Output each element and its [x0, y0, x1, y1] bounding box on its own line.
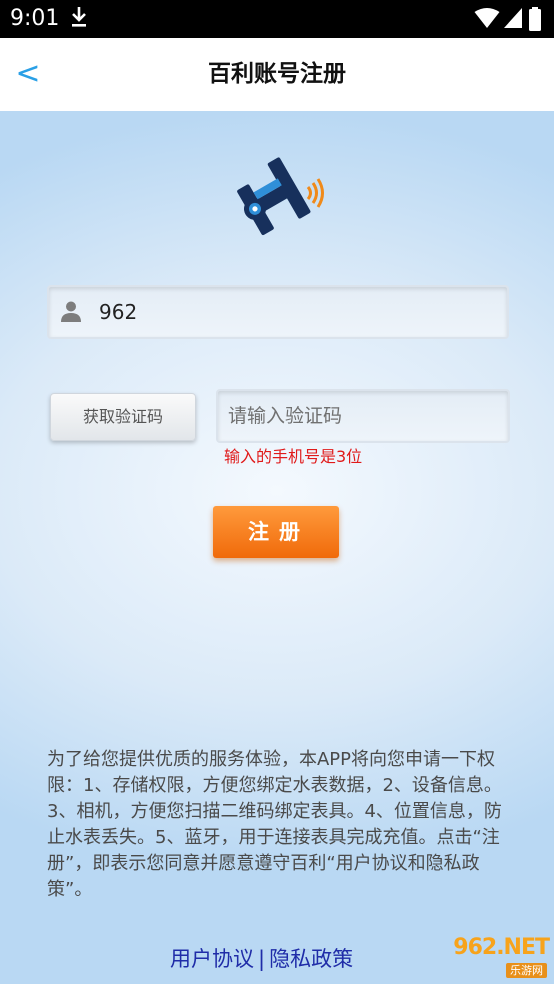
status-time: 9:01	[10, 6, 60, 31]
back-button[interactable]: <	[8, 52, 48, 96]
register-form-area: 获取验证码 输入的手机号是3位 注册 为了给您提供优质的服务体验，本APP将向您…	[0, 111, 554, 984]
watermark-caption: 乐游网	[506, 963, 547, 978]
page-title: 百利账号注册	[208, 61, 346, 87]
phone-input[interactable]	[97, 294, 491, 330]
download-icon	[72, 7, 86, 27]
app-header: < 百利账号注册	[0, 38, 554, 112]
user-icon	[61, 301, 81, 322]
get-code-button[interactable]: 获取验证码	[50, 393, 196, 441]
code-field[interactable]	[216, 389, 510, 443]
user-agreement-link[interactable]: 用户协议	[170, 947, 254, 971]
phone-error-message: 输入的手机号是3位	[224, 447, 363, 466]
battery-icon	[529, 7, 541, 31]
watermark: 962.NET 乐游网	[415, 933, 550, 979]
privacy-policy-link[interactable]: 隐私政策	[269, 947, 353, 971]
link-separator: |	[258, 947, 266, 971]
wifi-icon	[474, 8, 500, 28]
code-input[interactable]	[226, 398, 500, 434]
app-logo-icon	[237, 157, 324, 236]
phone-field[interactable]	[47, 285, 509, 339]
signal-icon	[504, 8, 522, 28]
permission-notice: 为了给您提供优质的服务体验，本APP将向您申请一下权限：1、存储权限，方便您绑定…	[47, 749, 502, 900]
register-button[interactable]: 注册	[213, 506, 339, 558]
status-bar: 9:01	[0, 0, 554, 38]
policy-links: 用户协议 | 隐私政策	[170, 943, 353, 973]
watermark-logo: 962.NET	[453, 935, 550, 960]
